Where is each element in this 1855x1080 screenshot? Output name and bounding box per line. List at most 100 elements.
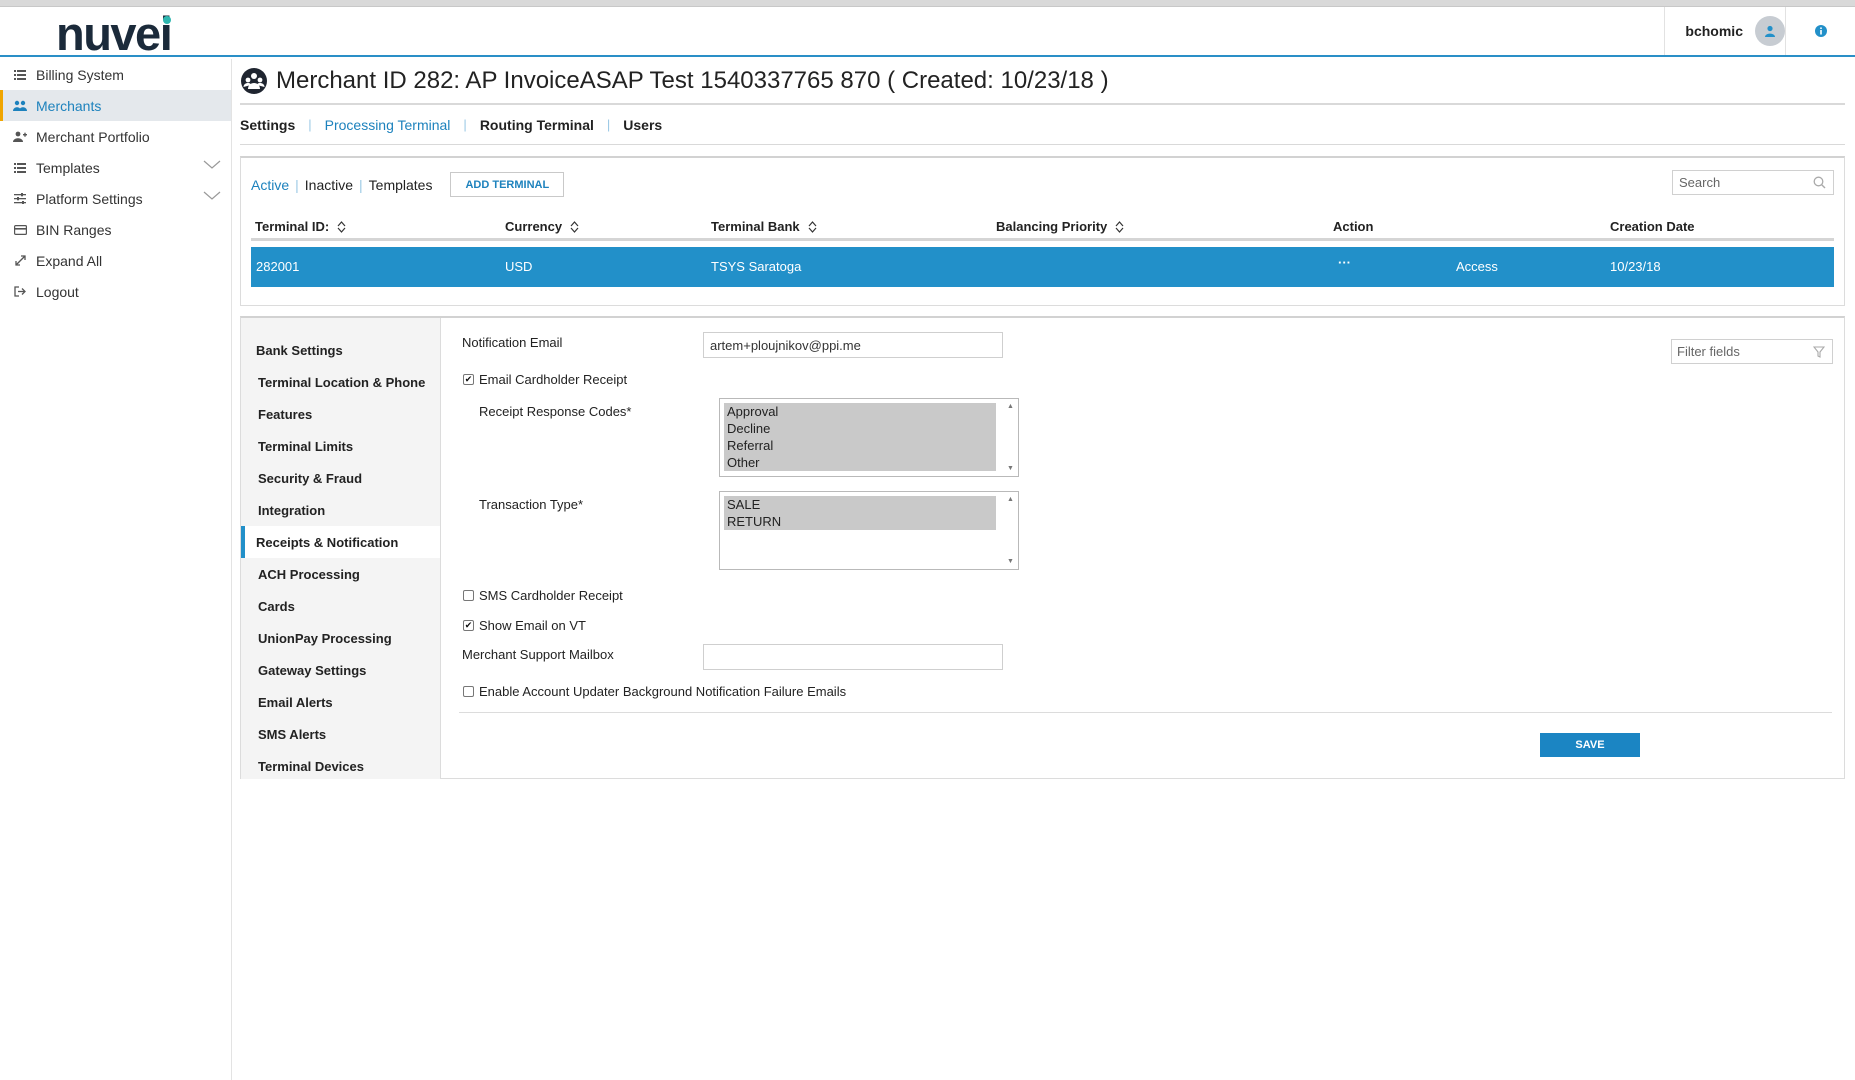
logout-icon: [12, 285, 28, 299]
subtab-separator: |: [295, 176, 299, 193]
sort-icon[interactable]: [808, 220, 817, 233]
nav-bank-settings[interactable]: Bank Settings: [241, 334, 440, 366]
info-button[interactable]: [1785, 7, 1855, 55]
sms-cardholder-receipt-checkbox[interactable]: [463, 590, 474, 601]
expand-icon: [12, 254, 28, 268]
tab-processing-terminal[interactable]: Processing Terminal: [325, 117, 451, 133]
sidebar-item-label: Platform Settings: [36, 190, 143, 207]
browser-top-strip: [0, 0, 1855, 7]
chevron-down-icon[interactable]: [203, 191, 221, 201]
scroll-up-arrow-icon[interactable]: ▲: [1007, 496, 1014, 503]
tab-settings[interactable]: Settings: [240, 117, 295, 133]
column-header-action: Action: [1333, 219, 1373, 234]
nav-ach-processing[interactable]: ACH Processing: [241, 558, 440, 590]
column-label: Currency: [505, 219, 563, 234]
notification-email-label: Notification Email: [462, 335, 563, 350]
merchant-icon: [241, 68, 267, 94]
terminal-filter-tabs: Active | Inactive | Templates ADD TERMIN…: [251, 172, 565, 197]
sidebar-item-label: Templates: [36, 159, 100, 176]
sidebar-item-merchants[interactable]: Merchants: [0, 90, 231, 121]
sort-icon[interactable]: [570, 220, 579, 233]
column-header-terminal-id[interactable]: Terminal ID:: [255, 219, 346, 234]
receipts-notification-form: Notification Email ✔ Email Cardholder Re…: [441, 318, 1844, 779]
sidebar-item-platform-settings[interactable]: Platform Settings: [0, 183, 231, 214]
page-title-row: Merchant ID 282: AP InvoiceASAP Test 154…: [240, 59, 1845, 105]
nav-email-alerts[interactable]: Email Alerts: [241, 686, 440, 718]
row-actions-menu[interactable]: ···: [1338, 255, 1351, 270]
table-row[interactable]: 282001 USD TSYS Saratoga ··· Access 10/2…: [251, 247, 1834, 287]
show-email-on-vt-checkbox[interactable]: ✔: [463, 620, 474, 631]
column-header-terminal-bank[interactable]: Terminal Bank: [711, 219, 817, 234]
listbox-scrollbar[interactable]: ▲ ▼: [1005, 493, 1017, 568]
nav-cards[interactable]: Cards: [241, 590, 440, 622]
scroll-down-arrow-icon[interactable]: ▼: [1007, 465, 1014, 472]
nav-features[interactable]: Features: [241, 398, 440, 430]
option-return[interactable]: RETURN: [724, 513, 996, 530]
nav-terminal-limits[interactable]: Terminal Limits: [241, 430, 440, 462]
option-approval[interactable]: Approval: [724, 403, 996, 420]
sidebar-item-logout[interactable]: Logout: [0, 276, 231, 307]
filter-fields-input[interactable]: [1677, 344, 1805, 359]
search-input[interactable]: [1679, 175, 1807, 190]
selected-options: SALE RETURN: [724, 496, 996, 530]
sort-icon[interactable]: [1115, 220, 1124, 233]
nav-receipts-notification[interactable]: Receipts & Notification: [241, 526, 440, 558]
account-updater-checkbox[interactable]: [463, 686, 474, 697]
filter-icon[interactable]: [1813, 345, 1825, 358]
option-referral[interactable]: Referral: [724, 437, 996, 454]
sort-icon[interactable]: [337, 220, 346, 233]
nav-terminal-devices[interactable]: Terminal Devices: [241, 750, 440, 782]
tab-routing-terminal[interactable]: Routing Terminal: [480, 117, 594, 133]
sms-cardholder-receipt-label: SMS Cardholder Receipt: [479, 588, 623, 603]
sidebar-item-templates[interactable]: Templates: [0, 152, 231, 183]
sidebar-item-billing-system[interactable]: Billing System: [0, 59, 231, 90]
sidebar-item-expand-all[interactable]: Expand All: [0, 245, 231, 276]
scroll-up-arrow-icon[interactable]: ▲: [1007, 403, 1014, 410]
notification-email-field[interactable]: [703, 332, 1003, 358]
receipt-response-codes-select[interactable]: Approval Decline Referral Other ▲ ▼: [719, 398, 1019, 477]
column-header-currency[interactable]: Currency: [505, 219, 579, 234]
user-menu[interactable]: bchomic: [1664, 7, 1785, 55]
merchant-support-mailbox-label: Merchant Support Mailbox: [462, 647, 614, 662]
transaction-type-select[interactable]: SALE RETURN ▲ ▼: [719, 491, 1019, 570]
nuvei-logo[interactable]: nuvei: [56, 10, 173, 57]
add-terminal-button[interactable]: ADD TERMINAL: [450, 172, 565, 197]
sidebar-item-bin-ranges[interactable]: BIN Ranges: [0, 214, 231, 245]
terminals-panel: Active | Inactive | Templates ADD TERMIN…: [240, 156, 1845, 306]
listbox-scrollbar[interactable]: ▲ ▼: [1005, 400, 1017, 475]
sidebar-item-label: BIN Ranges: [36, 221, 112, 238]
option-other[interactable]: Other: [724, 454, 996, 471]
sidebar: Billing System Merchants Merchant Portfo…: [0, 59, 232, 1080]
terminal-detail-panel: Bank Settings Terminal Location & Phone …: [240, 316, 1845, 779]
nav-integration[interactable]: Integration: [241, 494, 440, 526]
email-cardholder-receipt-label: Email Cardholder Receipt: [479, 372, 628, 387]
tab-users[interactable]: Users: [623, 117, 662, 133]
save-button[interactable]: SAVE: [1540, 733, 1640, 757]
option-decline[interactable]: Decline: [724, 420, 996, 437]
sidebar-item-merchant-portfolio[interactable]: Merchant Portfolio: [0, 121, 231, 152]
email-cardholder-receipt-checkbox[interactable]: ✔: [463, 374, 474, 385]
scroll-down-arrow-icon[interactable]: ▼: [1007, 558, 1014, 565]
access-link[interactable]: Access: [1456, 259, 1498, 274]
subtab-templates[interactable]: Templates: [369, 177, 433, 193]
subtab-inactive[interactable]: Inactive: [305, 177, 353, 193]
option-sale[interactable]: SALE: [724, 496, 996, 513]
column-header-balancing-priority[interactable]: Balancing Priority: [996, 219, 1124, 234]
nav-sms-alerts[interactable]: SMS Alerts: [241, 718, 440, 750]
search-icon[interactable]: [1813, 176, 1826, 189]
main-content: Merchant ID 282: AP InvoiceASAP Test 154…: [240, 59, 1845, 779]
sidebar-item-label: Merchants: [36, 97, 102, 114]
users-icon: [12, 99, 28, 113]
nav-security-fraud[interactable]: Security & Fraud: [241, 462, 440, 494]
column-label: Balancing Priority: [996, 219, 1108, 234]
filter-fields-box: [1671, 339, 1833, 364]
chevron-down-icon[interactable]: [203, 160, 221, 170]
nav-unionpay-processing[interactable]: UnionPay Processing: [241, 622, 440, 654]
cell-terminal-id: 282001: [256, 259, 300, 274]
nav-gateway-settings[interactable]: Gateway Settings: [241, 654, 440, 686]
subtab-active[interactable]: Active: [251, 177, 289, 193]
merchant-support-mailbox-field[interactable]: [703, 644, 1003, 670]
avatar[interactable]: [1755, 16, 1785, 46]
nav-terminal-location-phone[interactable]: Terminal Location & Phone: [241, 366, 440, 398]
sidebar-item-label: Merchant Portfolio: [36, 128, 150, 145]
